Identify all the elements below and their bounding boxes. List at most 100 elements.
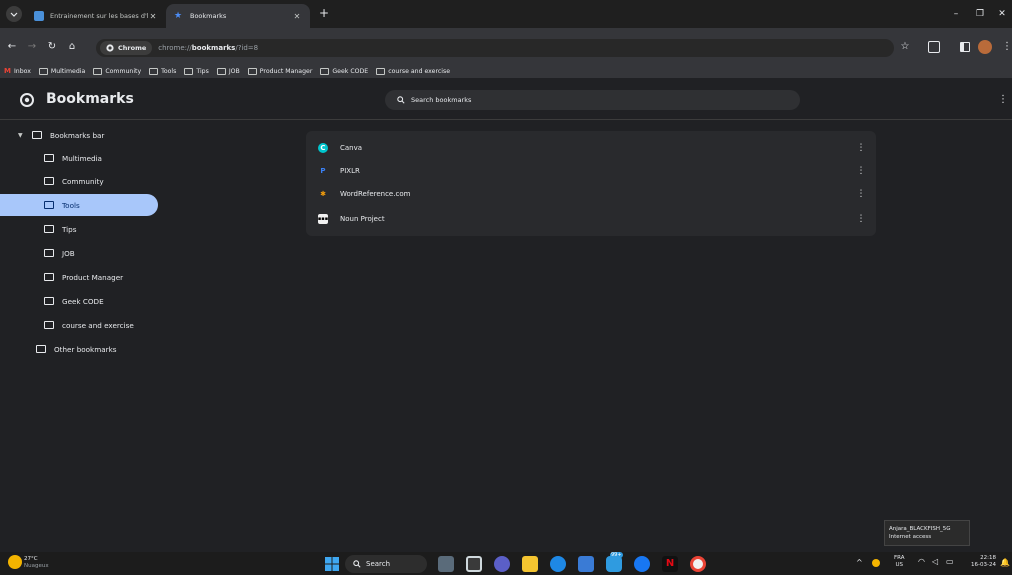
clock[interactable]: 22:18 16-03-24 — [966, 555, 996, 569]
site-info-chip[interactable]: Chrome — [100, 41, 153, 55]
sidebar-item-multimedia[interactable]: Multimedia — [0, 147, 158, 169]
home-button[interactable]: ⌂ — [64, 39, 80, 55]
bookmark-folder-product-manager[interactable]: Product Manager — [247, 67, 313, 75]
sidebar-item-bookmarks-bar[interactable]: ▼ Bookmarks bar — [0, 124, 158, 146]
sidebar-item-label: course and exercise — [62, 320, 134, 330]
restore-button[interactable]: ❐ — [968, 5, 992, 23]
netflix-icon[interactable]: N — [662, 556, 678, 572]
profile-avatar[interactable] — [978, 40, 992, 54]
forward-button[interactable]: → — [24, 39, 40, 55]
chip-label: Chrome — [118, 44, 147, 52]
more-actions-icon[interactable]: ⋮ — [846, 189, 876, 199]
sidebar-item-tools[interactable]: Tools — [0, 194, 158, 216]
chevron-down-icon — [10, 12, 18, 17]
weather-widget[interactable]: 27°C Nuageux — [24, 556, 49, 570]
tab-favicon-icon — [34, 11, 44, 21]
bookmark-folder-tools[interactable]: Tools — [149, 67, 177, 75]
sidebar-item-job[interactable]: JOB — [0, 242, 158, 264]
reload-button[interactable]: ↻ — [44, 39, 60, 55]
chrome-taskbar-icon[interactable] — [690, 556, 706, 572]
sidebar-item-tips[interactable]: Tips — [0, 218, 158, 240]
tab-bookmarks[interactable]: ★ Bookmarks ✕ — [166, 4, 310, 28]
minimize-button[interactable]: – — [944, 5, 968, 23]
more-actions-icon[interactable]: ⋮ — [846, 143, 876, 153]
chrome-icon — [106, 44, 114, 52]
bookmark-label: Tools — [161, 67, 177, 75]
windows-start-icon[interactable] — [324, 556, 340, 572]
sidebar-item-label: Multimedia — [62, 153, 102, 163]
search-bar[interactable] — [385, 90, 800, 110]
folder-icon — [247, 67, 257, 75]
notification-bell-icon[interactable]: 🔔 — [1000, 558, 1010, 567]
extensions-icon[interactable] — [928, 41, 940, 53]
folder-icon — [93, 67, 103, 75]
search-input[interactable] — [411, 96, 751, 104]
language-indicator[interactable]: FRA US — [894, 555, 905, 569]
new-tab-button[interactable]: + — [316, 5, 332, 21]
facebook-icon[interactable] — [634, 556, 650, 572]
bookmark-title: Noun Project — [340, 214, 385, 223]
tray-app-icon[interactable] — [872, 559, 880, 567]
taskbar-search[interactable]: Search — [345, 555, 427, 573]
folder-icon — [376, 67, 386, 75]
address-bar[interactable]: Chrome chrome://bookmarks/?id=8 — [96, 39, 894, 57]
pixlr-icon: P — [320, 166, 326, 175]
tab-entrainement[interactable]: Entrainement sur les bases d'le ✕ — [26, 4, 166, 28]
weather-icon[interactable] — [8, 555, 22, 569]
list-item[interactable]: ✱ WordReference.com ⋮ — [306, 182, 876, 205]
back-button[interactable]: ← — [4, 39, 20, 55]
store-icon[interactable] — [578, 556, 594, 572]
close-window-button[interactable]: ✕ — [990, 5, 1012, 23]
folder-icon — [44, 273, 54, 281]
more-actions-icon[interactable]: ⋮ — [846, 214, 876, 224]
sidebar-item-label: Tools — [62, 200, 80, 210]
close-tab-icon[interactable]: ✕ — [292, 12, 302, 21]
bookmark-folder-multimedia[interactable]: Multimedia — [38, 67, 86, 75]
tab-search-button[interactable] — [6, 6, 22, 22]
list-item[interactable]: P PIXLR ⋮ — [306, 159, 876, 182]
sidebar-item-geek-code[interactable]: Geek CODE — [0, 290, 158, 312]
sidebar-item-course-and-exercise[interactable]: course and exercise — [0, 314, 158, 336]
sidebar-item-community[interactable]: Community — [0, 170, 158, 192]
bookmark-folder-course[interactable]: course and exercise — [376, 67, 450, 75]
edge-icon[interactable] — [550, 556, 566, 572]
volume-icon[interactable]: ◁ — [932, 557, 938, 566]
close-tab-icon[interactable]: ✕ — [148, 12, 158, 21]
sidebar-item-other-bookmarks[interactable]: Other bookmarks — [0, 338, 158, 360]
more-actions-icon[interactable]: ⋮ — [846, 166, 876, 176]
bookmark-inbox[interactable]: M Inbox — [4, 67, 31, 75]
tray-overflow-icon[interactable]: ^ — [856, 558, 863, 567]
url-scheme: chrome:// — [158, 44, 192, 52]
bookmarks-bar: M Inbox Multimedia Community Tools Tips … — [0, 64, 1012, 78]
bookmark-label: Product Manager — [259, 67, 313, 75]
widgets-icon[interactable] — [438, 556, 454, 572]
bookmark-label: Multimedia — [50, 67, 86, 75]
bookmark-folder-tips[interactable]: Tips — [184, 67, 209, 75]
wifi-icon[interactable]: ◠ — [918, 557, 925, 566]
browser-menu-icon[interactable]: ⋮ — [1002, 40, 1012, 54]
side-panel-icon[interactable] — [960, 42, 970, 52]
bookmark-label: Community — [105, 67, 142, 75]
folder-icon — [36, 345, 46, 353]
list-item[interactable]: ▪▪▪ Noun Project ⋮ — [306, 207, 876, 230]
file-explorer-icon[interactable] — [522, 556, 538, 572]
canva-icon: C — [318, 142, 328, 153]
task-view-icon[interactable] — [466, 556, 482, 572]
bookmark-folder-community[interactable]: Community — [93, 67, 142, 75]
folder-icon — [44, 154, 54, 162]
bookmark-folder-job[interactable]: JOB — [216, 67, 240, 75]
expand-arrow-icon[interactable]: ▼ — [18, 132, 28, 139]
weather-temp: 27°C — [24, 556, 38, 562]
chat-icon[interactable] — [494, 556, 510, 572]
battery-icon[interactable]: ▭ — [946, 557, 954, 566]
list-item[interactable]: C Canva ⋮ — [306, 136, 876, 159]
messenger-icon[interactable]: 99+ — [606, 552, 623, 572]
url-rest: /?id=8 — [235, 44, 259, 52]
sidebar-item-product-manager[interactable]: Product Manager — [0, 266, 158, 288]
page-menu-icon[interactable]: ⋮ — [998, 93, 1008, 107]
folder-icon — [38, 67, 48, 75]
bookmark-folder-geek-code[interactable]: Geek CODE — [320, 67, 368, 75]
bookmark-star-icon[interactable]: ☆ — [898, 40, 912, 54]
folder-icon — [32, 131, 42, 139]
sidebar-item-label: Bookmarks bar — [50, 130, 105, 140]
